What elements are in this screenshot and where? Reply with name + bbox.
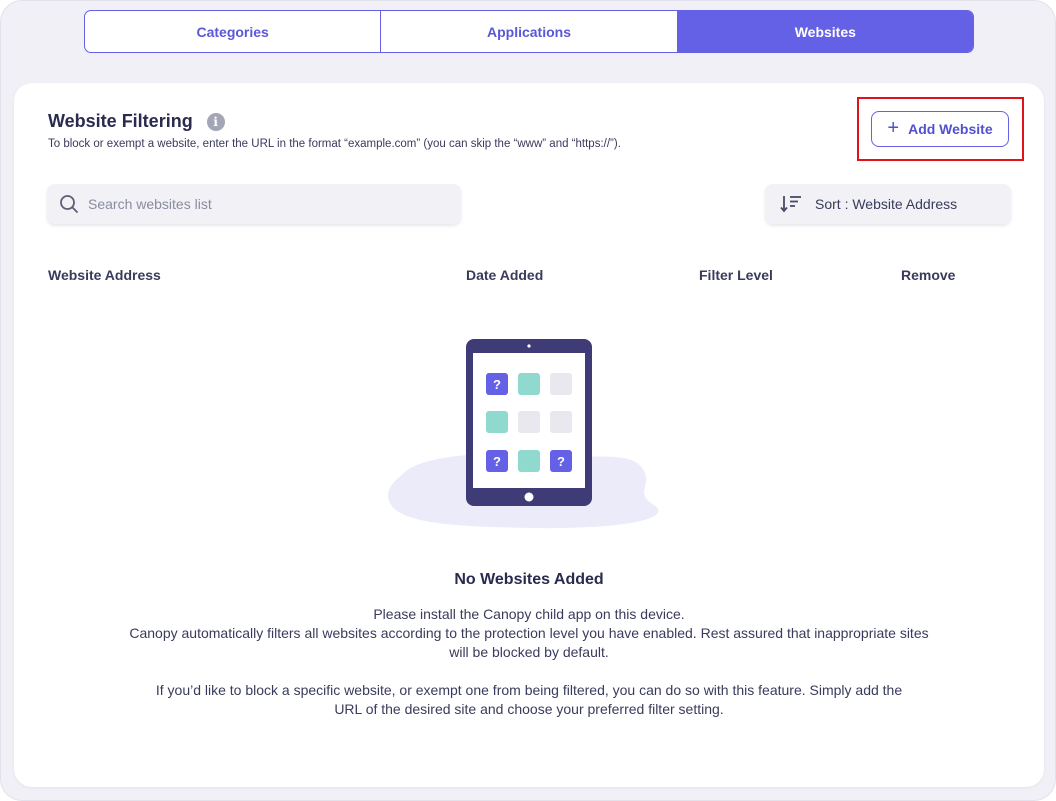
- search-bar: [47, 184, 461, 224]
- search-input[interactable]: [88, 196, 461, 212]
- filter-tabs: Categories Applications Websites: [84, 10, 974, 53]
- column-website-address[interactable]: Website Address: [48, 267, 161, 283]
- section-title: Website Filtering: [48, 111, 193, 131]
- sort-dropdown[interactable]: Sort : Website Address: [765, 184, 1011, 224]
- search-icon: [60, 195, 78, 213]
- question-mark-icon: ?: [557, 454, 565, 469]
- add-website-label: Add Website: [908, 121, 993, 137]
- website-filtering-card: Website Filtering i To block or exempt a…: [14, 83, 1044, 787]
- info-icon[interactable]: i: [206, 112, 225, 131]
- tab-categories[interactable]: Categories: [85, 11, 380, 52]
- empty-state-line-3: If you’d like to block a specific websit…: [155, 682, 903, 717]
- tab-websites[interactable]: Websites: [676, 11, 973, 52]
- column-filter-level[interactable]: Filter Level: [699, 267, 773, 283]
- sort-label: Sort : Website Address: [815, 196, 958, 212]
- plus-icon: +: [887, 117, 900, 139]
- add-website-button[interactable]: + Add Website: [871, 111, 1009, 147]
- question-mark-icon: ?: [493, 454, 501, 469]
- column-date-added[interactable]: Date Added: [466, 267, 543, 283]
- app-frame: Categories Applications Websites Website…: [0, 0, 1056, 801]
- empty-state-title: No Websites Added: [454, 571, 604, 588]
- empty-tablet-illustration: ? ? ?: [387, 339, 659, 529]
- empty-state-line-2: Canopy automatically filters all website…: [129, 625, 929, 660]
- empty-state-line-1: Please install the Canopy child app on t…: [373, 606, 685, 622]
- tab-applications[interactable]: Applications: [380, 11, 676, 52]
- question-mark-icon: ?: [493, 377, 501, 392]
- sort-icon: [780, 196, 801, 213]
- section-header: Website Filtering i: [48, 111, 225, 132]
- column-remove[interactable]: Remove: [901, 267, 955, 283]
- section-subtitle: To block or exempt a website, enter the …: [48, 138, 621, 150]
